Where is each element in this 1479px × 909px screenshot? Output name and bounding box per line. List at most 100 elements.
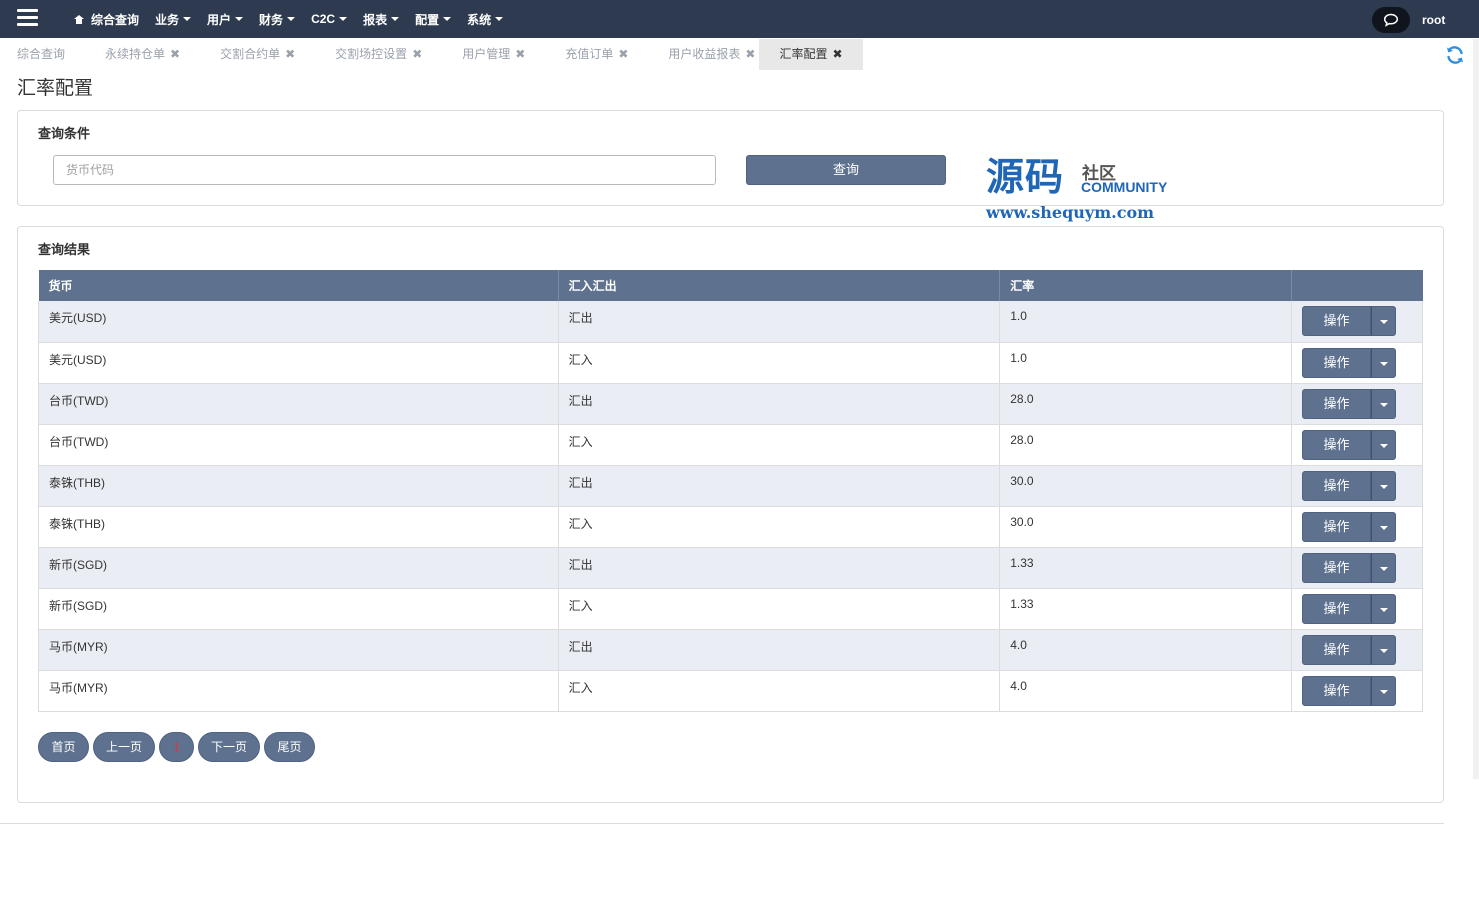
nav-item-4[interactable]: C2C: [303, 12, 355, 26]
nav-item-5[interactable]: 报表: [355, 11, 407, 28]
cell-currency: 马币(MYR): [38, 670, 559, 712]
nav-item-label: 财务: [259, 12, 284, 27]
results-panel: 查询结果 货币 汇入汇出 汇率 美元(USD) 汇出 1.0 操作 美元(USD) 汇入 1…: [17, 226, 1444, 803]
query-button[interactable]: 查询: [746, 155, 946, 185]
action-dropdown-toggle[interactable]: [1371, 634, 1397, 665]
tab-5[interactable]: 充值订单 ✖: [529, 39, 632, 70]
tab-0[interactable]: 综合查询: [0, 39, 69, 70]
nav-item-6[interactable]: 配置: [407, 11, 459, 28]
menu-toggle-icon[interactable]: [17, 9, 38, 27]
cell-currency: 美元(USD): [38, 301, 559, 343]
nav-item-label: 配置: [415, 12, 440, 27]
cell-actions: 操作: [1291, 383, 1423, 425]
cell-currency: 台币(TWD): [38, 424, 559, 466]
chat-button[interactable]: [1372, 7, 1410, 33]
table-header-row: 货币 汇入汇出 汇率: [38, 270, 1423, 301]
table-row: 美元(USD) 汇出 1.0 操作: [38, 301, 1423, 343]
action-dropdown-toggle[interactable]: [1371, 470, 1397, 501]
top-navbar: 综合查询 业务 用户 财务 C2C 报表 配置 系统 root: [0, 0, 1479, 38]
refresh-icon[interactable]: [1445, 45, 1465, 65]
first-page-button[interactable]: 首页: [38, 732, 89, 762]
action-dropdown-toggle[interactable]: [1371, 675, 1397, 706]
nav-item-label: C2C: [311, 12, 336, 26]
nav-item-label: 综合查询: [91, 12, 140, 27]
table-row: 新币(SGD) 汇入 1.33 操作: [38, 588, 1423, 630]
prev-page-button[interactable]: 上一页: [93, 732, 155, 762]
cell-direction: 汇出: [558, 383, 1001, 425]
tab-label: 用户收益报表: [668, 47, 741, 61]
action-button[interactable]: 操作: [1302, 675, 1372, 706]
tab-label: 汇率配置: [779, 47, 828, 61]
table-row: 台币(TWD) 汇出 28.0 操作: [38, 383, 1423, 425]
home-icon: [74, 14, 84, 24]
action-button-group: 操作: [1302, 470, 1397, 501]
main-nav: 综合查询 业务 用户 财务 C2C 报表 配置 系统: [66, 0, 511, 38]
cell-currency: 泰铢(THB): [38, 506, 559, 548]
cell-rate: 30.0: [999, 506, 1293, 548]
cell-rate: 1.0: [999, 301, 1293, 343]
close-icon[interactable]: ✖: [170, 47, 180, 61]
tab-6[interactable]: 用户收益报表 ✖: [632, 39, 759, 70]
cell-rate: 28.0: [999, 383, 1293, 425]
cell-rate: 1.33: [999, 588, 1293, 630]
chevron-down-icon: [287, 17, 296, 21]
cell-actions: 操作: [1291, 670, 1423, 712]
scrollbar-track[interactable]: [1473, 39, 1479, 779]
close-icon[interactable]: ✖: [515, 47, 525, 61]
tab-3[interactable]: 交割场控设置 ✖: [299, 39, 426, 70]
action-button[interactable]: 操作: [1302, 388, 1372, 419]
action-button[interactable]: 操作: [1302, 470, 1372, 501]
close-icon[interactable]: ✖: [285, 47, 295, 61]
results-panel-title: 查询结果: [38, 242, 91, 257]
action-dropdown-toggle[interactable]: [1371, 429, 1397, 460]
cell-currency: 美元(USD): [38, 342, 559, 384]
current-page-button[interactable]: 1: [159, 732, 194, 762]
nav-item-3[interactable]: 财务: [251, 11, 303, 28]
cell-actions: 操作: [1291, 547, 1423, 589]
action-button[interactable]: 操作: [1302, 593, 1372, 624]
close-icon[interactable]: ✖: [618, 47, 628, 61]
user-name[interactable]: root: [1422, 13, 1462, 27]
close-icon[interactable]: ✖: [745, 47, 755, 61]
nav-item-2[interactable]: 用户: [199, 11, 251, 28]
nav-item-7[interactable]: 系统: [459, 11, 511, 28]
table-row: 泰铢(THB) 汇入 30.0 操作: [38, 506, 1423, 548]
cell-currency: 泰铢(THB): [38, 465, 559, 507]
cell-direction: 汇出: [558, 301, 1001, 343]
nav-item-0[interactable]: 综合查询: [66, 11, 147, 28]
chevron-down-icon: [183, 17, 192, 21]
tab-2[interactable]: 交割合约单 ✖: [184, 39, 299, 70]
nav-item-label: 报表: [363, 12, 388, 27]
action-button-group: 操作: [1302, 347, 1397, 378]
action-dropdown-toggle[interactable]: [1371, 388, 1397, 419]
action-button[interactable]: 操作: [1302, 552, 1372, 583]
action-button[interactable]: 操作: [1302, 347, 1372, 378]
cell-actions: 操作: [1291, 342, 1423, 384]
table-row: 马币(MYR) 汇出 4.0 操作: [38, 629, 1423, 671]
tab-1[interactable]: 永续持仓单 ✖: [69, 39, 184, 70]
nav-item-label: 用户: [207, 12, 232, 27]
close-icon[interactable]: ✖: [833, 47, 843, 61]
nav-item-1[interactable]: 业务: [147, 11, 199, 28]
action-button[interactable]: 操作: [1302, 511, 1372, 542]
action-button[interactable]: 操作: [1302, 429, 1372, 460]
action-dropdown-toggle[interactable]: [1371, 347, 1397, 378]
next-page-button[interactable]: 下一页: [198, 732, 260, 762]
tab-4[interactable]: 用户管理 ✖: [426, 39, 529, 70]
action-button[interactable]: 操作: [1302, 634, 1372, 665]
cell-currency: 新币(SGD): [38, 588, 559, 630]
table-row: 新币(SGD) 汇出 1.33 操作: [38, 547, 1423, 589]
currency-code-input[interactable]: [53, 155, 716, 185]
last-page-button[interactable]: 尾页: [264, 732, 315, 762]
action-dropdown-toggle[interactable]: [1371, 552, 1397, 583]
table-row: 台币(TWD) 汇入 28.0 操作: [38, 424, 1423, 466]
action-dropdown-toggle[interactable]: [1371, 306, 1397, 336]
action-button[interactable]: 操作: [1302, 306, 1372, 336]
action-dropdown-toggle[interactable]: [1371, 511, 1397, 542]
cell-actions: 操作: [1291, 465, 1423, 507]
close-icon[interactable]: ✖: [412, 47, 422, 61]
cell-rate: 30.0: [999, 465, 1293, 507]
cell-direction: 汇出: [558, 629, 1001, 671]
tab-7[interactable]: 汇率配置 ✖: [759, 39, 863, 70]
action-dropdown-toggle[interactable]: [1371, 593, 1397, 624]
